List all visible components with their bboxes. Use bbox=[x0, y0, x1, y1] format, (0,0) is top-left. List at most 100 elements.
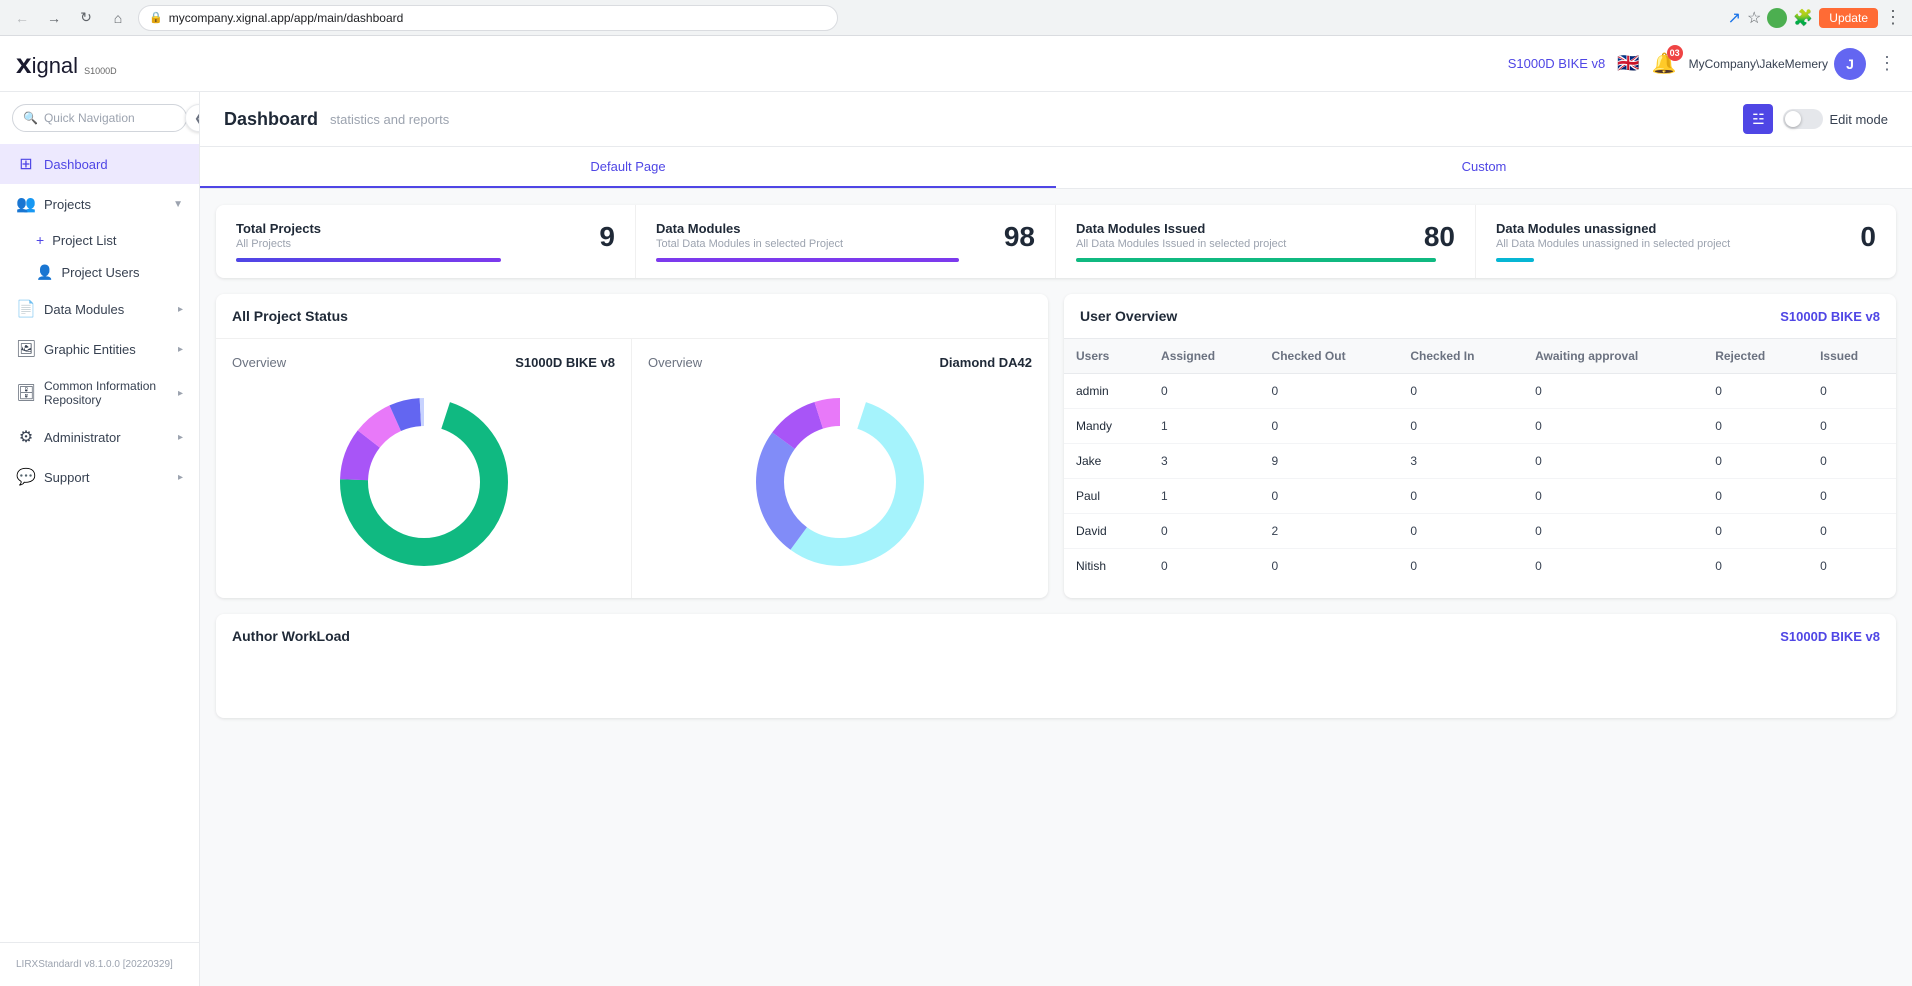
logo-x: x bbox=[16, 48, 32, 80]
refresh-button[interactable]: ↻ bbox=[74, 6, 98, 30]
sidebar-item-projects[interactable]: 👥 Projects ▼ bbox=[0, 184, 199, 224]
chevron-right-icon: ▸ bbox=[178, 344, 183, 355]
sidebar-item-common-info[interactable]: 🗄 Common Information Repository ▸ bbox=[0, 369, 199, 417]
common-info-icon: 🗄 bbox=[16, 383, 36, 403]
cell-assigned: 1 bbox=[1149, 479, 1260, 514]
cell-assigned: 0 bbox=[1149, 514, 1260, 549]
cell-awaiting: 0 bbox=[1523, 549, 1703, 584]
stat-sublabel: All Data Modules unassigned in selected … bbox=[1496, 238, 1876, 250]
sidebar: 🔍 Quick Navigation ⊞ Dashboard 👥 Project… bbox=[0, 92, 200, 986]
chart-project-2: Diamond DA42 bbox=[940, 355, 1032, 370]
table-row: David 0 2 0 0 0 0 bbox=[1064, 514, 1896, 549]
sidebar-item-dashboard[interactable]: ⊞ Dashboard bbox=[0, 144, 199, 184]
chart-project-1: S1000D BIKE v8 bbox=[515, 355, 615, 370]
user-overview-panel: User Overview S1000D BIKE v8 Users Assig… bbox=[1064, 294, 1896, 598]
chart-panel-1: Overview S1000D BIKE v8 bbox=[216, 339, 632, 598]
user-avatar[interactable]: J bbox=[1834, 48, 1866, 80]
extension-icon[interactable] bbox=[1767, 8, 1787, 28]
sidebar-item-project-users[interactable]: 👤 Project Users bbox=[0, 256, 199, 289]
cell-user: Jake bbox=[1064, 444, 1149, 479]
puzzle-icon[interactable]: 🧩 bbox=[1793, 8, 1813, 28]
bookmark-icon[interactable]: ☆ bbox=[1747, 8, 1761, 28]
page-header: Dashboard statistics and reports ☳ Edit … bbox=[200, 92, 1912, 147]
browser-chrome: ← → ↻ ⌂ 🔒 mycompany.xignal.app/app/main/… bbox=[0, 0, 1912, 36]
user-table-header: Users Assigned Checked Out Checked In Aw… bbox=[1064, 339, 1896, 374]
version-text: LIRXStandardI v8.1.0.0 [20220329] bbox=[0, 951, 199, 978]
support-icon: 💬 bbox=[16, 467, 36, 487]
user-company: MyCompany\JakeMemery bbox=[1689, 57, 1828, 71]
cell-assigned: 3 bbox=[1149, 444, 1260, 479]
stat-bar bbox=[1496, 258, 1534, 262]
stat-data-modules: Data Modules Total Data Modules in selec… bbox=[636, 205, 1056, 278]
user-overview-title: User Overview bbox=[1080, 308, 1177, 324]
share-icon[interactable]: ↗ bbox=[1728, 8, 1741, 28]
chevron-right-icon: ▸ bbox=[178, 432, 183, 443]
logo-s1000d: S1000D bbox=[84, 66, 117, 76]
sidebar-item-data-modules[interactable]: 📄 Data Modules ▸ bbox=[0, 289, 199, 329]
sidebar-item-graphic-entities[interactable]: 🖼 Graphic Entities ▸ bbox=[0, 329, 199, 369]
address-bar[interactable]: 🔒 mycompany.xignal.app/app/main/dashboar… bbox=[138, 5, 838, 31]
cell-issued: 0 bbox=[1808, 549, 1896, 584]
stat-value: 9 bbox=[599, 221, 615, 253]
stat-dm-issued: Data Modules Issued All Data Modules Iss… bbox=[1056, 205, 1476, 278]
user-overview-header: User Overview S1000D BIKE v8 bbox=[1064, 294, 1896, 339]
flag-icon: 🇬🇧 bbox=[1617, 53, 1639, 74]
url-text: mycompany.xignal.app/app/main/dashboard bbox=[169, 11, 404, 25]
col-checked-in: Checked In bbox=[1398, 339, 1523, 374]
col-checked-out: Checked Out bbox=[1260, 339, 1399, 374]
all-project-status-header: All Project Status bbox=[216, 294, 1048, 339]
page-title: Dashboard bbox=[224, 109, 318, 130]
back-button[interactable]: ← bbox=[10, 6, 34, 30]
cell-user: Paul bbox=[1064, 479, 1149, 514]
all-project-status-panel: All Project Status Overview S1000D BIKE … bbox=[216, 294, 1048, 598]
quick-nav-search[interactable]: 🔍 Quick Navigation bbox=[12, 104, 187, 132]
table-row: Nitish 0 0 0 0 0 0 bbox=[1064, 549, 1896, 584]
cell-checked-in: 3 bbox=[1398, 444, 1523, 479]
chart-header-2: Overview Diamond DA42 bbox=[648, 355, 1032, 370]
sub-nav-label: Project Users bbox=[61, 265, 139, 280]
cell-user: Mandy bbox=[1064, 409, 1149, 444]
sidebar-item-support[interactable]: 💬 Support ▸ bbox=[0, 457, 199, 497]
chevron-right-icon: ▸ bbox=[178, 388, 183, 399]
sidebar-item-label: Common Information Repository bbox=[44, 379, 170, 407]
chart-label-2: Overview bbox=[648, 355, 702, 370]
sidebar-item-label: Support bbox=[44, 470, 90, 485]
dashboard-icon: ⊞ bbox=[16, 154, 36, 174]
stat-value: 0 bbox=[1860, 221, 1876, 253]
stat-bar bbox=[656, 258, 959, 262]
sidebar-toggle-button[interactable]: ❮ bbox=[185, 104, 200, 132]
notification-bell[interactable]: 🔔 03 bbox=[1652, 51, 1677, 76]
topbar-more-icon[interactable]: ⋮ bbox=[1878, 53, 1896, 74]
topbar: x ignal S1000D S1000D BIKE v8 🇬🇧 🔔 03 My… bbox=[0, 36, 1912, 92]
stat-value: 80 bbox=[1424, 221, 1455, 253]
cell-assigned: 0 bbox=[1149, 549, 1260, 584]
stat-bar bbox=[1076, 258, 1436, 262]
author-workload-project: S1000D BIKE v8 bbox=[1780, 629, 1880, 644]
forward-button[interactable]: → bbox=[42, 6, 66, 30]
cell-issued: 0 bbox=[1808, 514, 1896, 549]
update-button[interactable]: Update bbox=[1819, 8, 1878, 28]
cell-awaiting: 0 bbox=[1523, 514, 1703, 549]
sidebar-item-project-list[interactable]: + Project List bbox=[0, 224, 199, 256]
tab-custom[interactable]: Custom bbox=[1056, 147, 1912, 188]
sidebar-item-administrator[interactable]: ⚙ Administrator ▸ bbox=[0, 417, 199, 457]
chevron-down-icon: ▼ bbox=[173, 199, 183, 210]
lock-icon: 🔒 bbox=[149, 11, 163, 24]
stat-dm-unassigned: Data Modules unassigned All Data Modules… bbox=[1476, 205, 1896, 278]
filter-button[interactable]: ☳ bbox=[1743, 104, 1773, 134]
edit-mode-toggle[interactable] bbox=[1783, 109, 1823, 129]
tab-default-page[interactable]: Default Page bbox=[200, 147, 1056, 188]
browser-actions: ↗ ☆ 🧩 Update ⋮ bbox=[1728, 7, 1902, 28]
selected-project-label[interactable]: S1000D BIKE v8 bbox=[1508, 56, 1606, 71]
filter-icon: ☳ bbox=[1752, 111, 1765, 128]
col-issued: Issued bbox=[1808, 339, 1896, 374]
author-workload-header: Author WorkLoad S1000D BIKE v8 bbox=[216, 614, 1896, 658]
sidebar-item-label: Projects bbox=[44, 197, 91, 212]
home-button[interactable]: ⌂ bbox=[106, 6, 130, 30]
header-actions: ☳ Edit mode bbox=[1743, 104, 1888, 134]
stat-bar bbox=[236, 258, 501, 262]
cell-awaiting: 0 bbox=[1523, 374, 1703, 409]
more-options-icon[interactable]: ⋮ bbox=[1884, 7, 1902, 28]
toggle-knob bbox=[1785, 111, 1801, 127]
notification-count: 03 bbox=[1667, 45, 1683, 61]
